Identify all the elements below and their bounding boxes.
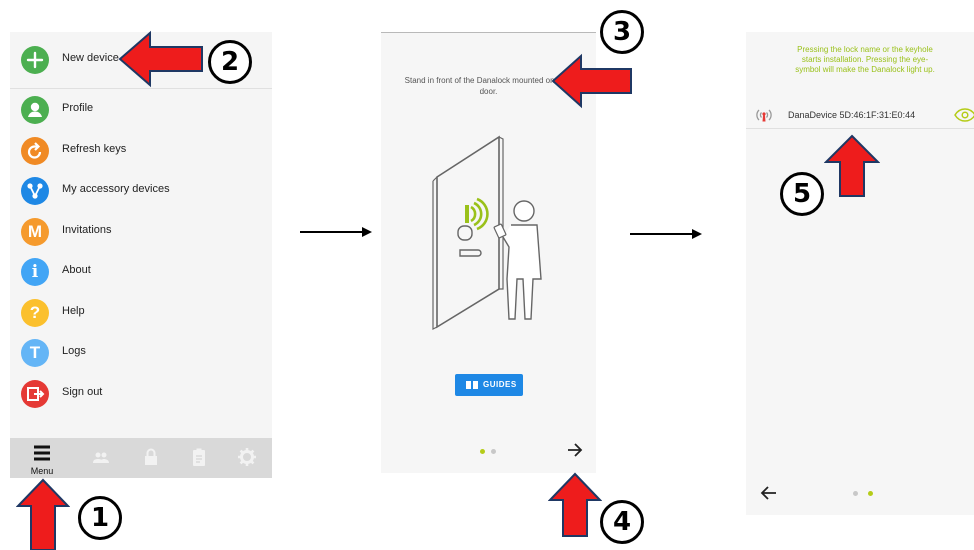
menu-item-sign-out[interactable]: Sign out [10,374,272,414]
plus-icon [21,46,49,74]
guides-button[interactable]: GUIDES [455,374,523,396]
menu-item-label: Profile [62,102,94,114]
menu-item-about[interactable]: i About [10,252,272,292]
exit-icon [21,380,49,408]
red-arrow-annotation-5 [824,134,880,197]
letter-t-icon: T [21,339,49,367]
menu-item-label: Refresh keys [62,143,127,155]
red-arrow-annotation-4 [548,472,602,537]
gear-icon [238,448,256,466]
bottom-tab-bar: Menu [10,438,272,478]
menu-item-accessory-devices[interactable]: My accessory devices [10,171,272,211]
menu-item-refresh-keys[interactable]: Refresh keys [10,131,272,171]
page-dot [491,449,496,454]
back-arrow-icon[interactable] [758,484,778,502]
flow-arrow-right [630,229,702,239]
menu-item-label: Help [62,305,85,317]
menu-item-label: Sign out [62,386,103,398]
tab-menu-label: Menu [30,466,54,476]
share-nodes-icon [21,177,49,205]
menu-icon [34,445,50,461]
menu-item-label: Logs [62,345,86,357]
step-number-4: 4 [600,500,644,544]
book-icon [466,381,478,389]
refresh-icon [21,137,49,165]
next-arrow-icon[interactable] [566,442,584,458]
tab-clipboard[interactable] [184,438,214,478]
tab-menu[interactable]: Menu [20,438,64,478]
keyhole-signal-icon[interactable] [754,106,774,124]
page-dot [853,491,858,496]
red-arrow-annotation-1 [16,478,70,550]
red-arrow-annotation-3 [551,53,632,109]
info-icon: i [21,258,49,286]
menu-item-label: New device [62,52,119,64]
menu-screen: New device Profile Refresh keys My acces… [10,32,272,478]
menu-item-profile[interactable]: Profile [10,90,272,130]
menu-item-logs[interactable]: T Logs [10,333,272,373]
guides-button-label: GUIDES [483,380,517,389]
door-illustration [432,135,542,330]
instruction-text: Stand in front of the Danalock mounted o… [404,76,573,96]
red-arrow-annotation-2 [118,30,203,88]
step-number-3: 3 [600,10,644,54]
tab-people[interactable] [86,438,116,478]
page-dot-active [480,449,485,454]
device-name[interactable]: DanaDevice 5D:46:1F:31:E0:44 [788,110,915,120]
device-row[interactable]: DanaDevice 5D:46:1F:31:E0:44 [746,102,974,129]
tab-settings[interactable] [232,438,262,478]
step-number-5: 5 [780,172,824,216]
lock-icon [145,448,157,465]
step-number-1: 1 [78,496,122,540]
clipboard-icon [193,448,205,466]
page-dot-active [868,491,873,496]
person-icon [21,96,49,124]
step-number-2: 2 [208,40,252,84]
eye-icon[interactable] [954,108,974,122]
menu-item-label: About [62,264,91,276]
installation-info-text: Pressing the lock name or the keyhole st… [795,45,935,74]
device-list-screen: Pressing the lock name or the keyhole st… [746,32,974,515]
question-icon: ? [21,299,49,327]
flow-arrow-right [300,227,372,237]
menu-item-label: My accessory devices [62,183,170,195]
menu-item-help[interactable]: ? Help [10,293,272,333]
tab-lock[interactable] [136,438,166,478]
letter-m-icon: M [21,218,49,246]
menu-item-label: Invitations [62,224,112,236]
menu-item-invitations[interactable]: M Invitations [10,212,272,252]
people-icon [93,452,109,463]
